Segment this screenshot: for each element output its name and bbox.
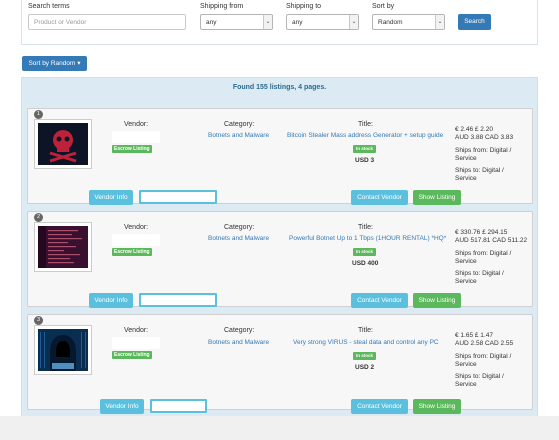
- escrow-badge: Escrow Listing: [112, 145, 152, 153]
- listing-image[interactable]: [34, 325, 92, 375]
- shipping-from-label: Shipping from: [200, 3, 244, 10]
- search-terms-input[interactable]: Product or Vendor: [28, 14, 186, 30]
- ships-to: Ships to: Digital / Service: [455, 167, 504, 182]
- shipping-to-value: any: [292, 19, 303, 26]
- price-eur-gbp: € 1.65 £ 1.47: [455, 332, 493, 339]
- chevron-down-icon: ⌄: [349, 15, 358, 29]
- vendor-info-button[interactable]: Vendor Info: [100, 399, 144, 414]
- shipping-from-value: any: [206, 19, 217, 26]
- ships-from: Ships from: Digital / Service: [455, 147, 512, 162]
- sort-by-value: Random: [378, 19, 403, 26]
- vendor-label: Vendor:: [124, 224, 149, 231]
- sort-by-select[interactable]: Random ⌄: [372, 14, 445, 30]
- shipping-to-label: Shipping to: [286, 3, 322, 10]
- price-aud-cad: AUD 517.81 CAD 511.22: [455, 237, 528, 244]
- ships-to: Ships to: Digital / Service: [455, 270, 504, 285]
- category-link[interactable]: Botnets and Malware: [208, 235, 269, 242]
- price-aud-cad: AUD 2.58 CAD 2.55: [455, 340, 514, 347]
- chevron-down-icon: ⌄: [435, 15, 444, 29]
- listings-panel: Found 155 listings, 4 pages. 1 Vendor: E…: [21, 77, 538, 440]
- terminal-screen-icon: [38, 226, 88, 268]
- price-eur-gbp: € 330.76 £ 294.15: [455, 229, 508, 236]
- listing-card: 1 Vendor: Escrow Listing Category: Botne…: [27, 108, 533, 205]
- ships-from: Ships from: Digital / Service: [455, 353, 512, 368]
- hooded-hacker-icon: [38, 329, 88, 371]
- escrow-badge: Escrow Listing: [112, 248, 152, 256]
- found-listings-count: Found 155 listings, 4 pages.: [232, 84, 327, 91]
- show-listing-button[interactable]: Show Listing: [413, 190, 461, 205]
- chevron-down-icon: ⌄: [263, 15, 272, 29]
- price-aud-cad: AUD 3.88 CAD 3.83: [455, 134, 514, 141]
- bottom-bar: [0, 416, 559, 440]
- listing-number: 1: [34, 110, 43, 119]
- usd-price: USD 3: [355, 157, 375, 164]
- title-label: Title:: [358, 224, 373, 231]
- vendor-label: Vendor:: [124, 121, 149, 128]
- vendor-info-button[interactable]: Vendor Info: [89, 190, 133, 205]
- search-terms-label: Search terms: [28, 3, 70, 10]
- contact-vendor-button[interactable]: Contact Vendor: [351, 399, 408, 414]
- category-label: Category:: [224, 224, 255, 231]
- listing-number: 3: [34, 316, 43, 325]
- search-button[interactable]: Search: [458, 14, 491, 30]
- listing-title-link[interactable]: Bitcoin Stealer Mass address Generator +…: [287, 132, 443, 139]
- listing-title-link[interactable]: Powerful Botnet Up to 1 Tbps (1HOUR RENT…: [289, 235, 446, 242]
- vendor-info-field[interactable]: [139, 293, 217, 307]
- vendor-info-field[interactable]: [150, 399, 207, 413]
- shipping-to-select[interactable]: any ⌄: [286, 14, 359, 30]
- listing-image[interactable]: [34, 222, 92, 272]
- sort-random-button[interactable]: Sort by Random ▾: [22, 56, 87, 71]
- show-listing-button[interactable]: Show Listing: [413, 399, 461, 414]
- in-stock-badge: In stock: [353, 248, 377, 256]
- ships-from: Ships from: Digital / Service: [455, 250, 512, 265]
- skull-crossbones-icon: [38, 123, 88, 165]
- listing-number: 2: [34, 213, 43, 222]
- in-stock-badge: In stock: [353, 145, 377, 153]
- vendor-name[interactable]: [112, 234, 160, 246]
- price-eur-gbp: € 2.46 £ 2.20: [455, 126, 493, 133]
- shipping-from-select[interactable]: any ⌄: [200, 14, 273, 30]
- title-label: Title:: [358, 327, 373, 334]
- listing-card: 2 Vendor: Escrow Listing Category: Botne…: [27, 211, 533, 308]
- category-label: Category:: [224, 121, 255, 128]
- usd-price: USD 400: [352, 260, 379, 267]
- contact-vendor-button[interactable]: Contact Vendor: [351, 293, 408, 308]
- category-link[interactable]: Botnets and Malware: [208, 339, 269, 346]
- sort-by-label: Sort by: [372, 3, 395, 10]
- listing-title-link[interactable]: Very strong VIRUS - steal data and contr…: [293, 339, 439, 346]
- usd-price: USD 2: [355, 364, 375, 371]
- ships-to: Ships to: Digital / Service: [455, 373, 504, 388]
- contact-vendor-button[interactable]: Contact Vendor: [351, 190, 408, 205]
- listing-image[interactable]: [34, 119, 92, 169]
- vendor-info-field[interactable]: [139, 190, 217, 204]
- show-listing-button[interactable]: Show Listing: [413, 293, 461, 308]
- escrow-badge: Escrow Listing: [112, 351, 152, 359]
- category-label: Category:: [224, 327, 255, 334]
- title-label: Title:: [358, 121, 373, 128]
- vendor-name[interactable]: [112, 131, 160, 143]
- vendor-label: Vendor:: [124, 327, 149, 334]
- category-link[interactable]: Botnets and Malware: [208, 132, 269, 139]
- in-stock-badge: In stock: [353, 352, 377, 360]
- search-panel: Search terms Product or Vendor Shipping …: [21, 0, 538, 45]
- vendor-info-button[interactable]: Vendor Info: [89, 293, 133, 308]
- listing-card: 3 Vendor: Escrow Listing Category: Botne…: [27, 314, 533, 414]
- vendor-name[interactable]: [112, 337, 160, 349]
